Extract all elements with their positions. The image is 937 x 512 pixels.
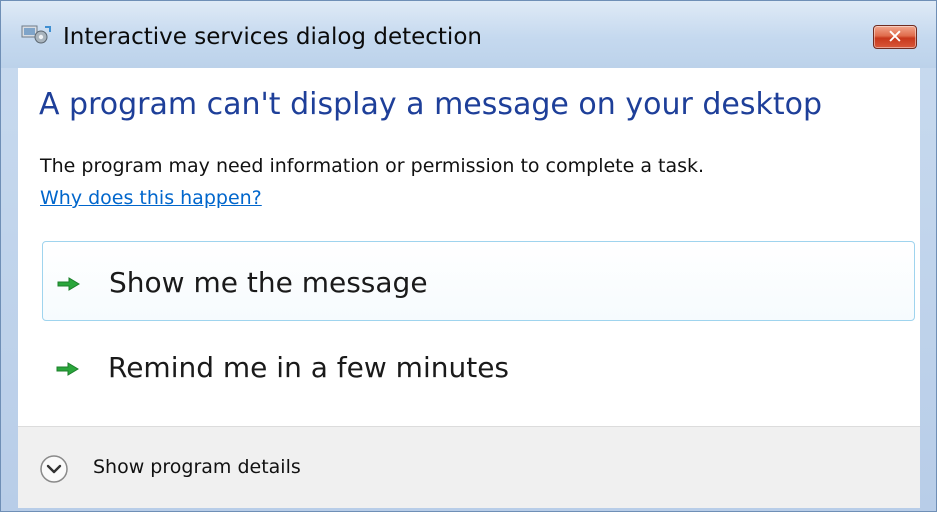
show-program-details-label[interactable]: Show program details [93,455,301,479]
title-bar[interactable]: Interactive services dialog detection ✕ [1,1,936,68]
green-arrow-icon [57,276,81,291]
dialog-footer: Show program details [18,426,920,508]
remind-later-option[interactable]: Remind me in a few minutes [42,327,915,407]
chevron-down-circle-icon[interactable] [38,453,70,485]
dialog-content: A program can't display a message on you… [18,68,920,426]
window-title: Interactive services dialog detection [63,24,482,50]
show-message-option[interactable]: Show me the message [42,241,915,321]
dialog-window: Interactive services dialog detection ✕ … [0,0,937,512]
why-does-this-happen-link[interactable]: Why does this happen? [40,187,262,210]
close-icon: ✕ [887,26,903,48]
dialog-description: The program may need information or perm… [40,155,705,177]
interactive-services-icon [19,22,53,46]
dialog-heading: A program can't display a message on you… [39,87,822,122]
remind-later-label: Remind me in a few minutes [108,351,510,384]
close-button[interactable]: ✕ [873,25,917,49]
green-arrow-icon [56,361,80,376]
show-message-label: Show me the message [109,266,428,299]
